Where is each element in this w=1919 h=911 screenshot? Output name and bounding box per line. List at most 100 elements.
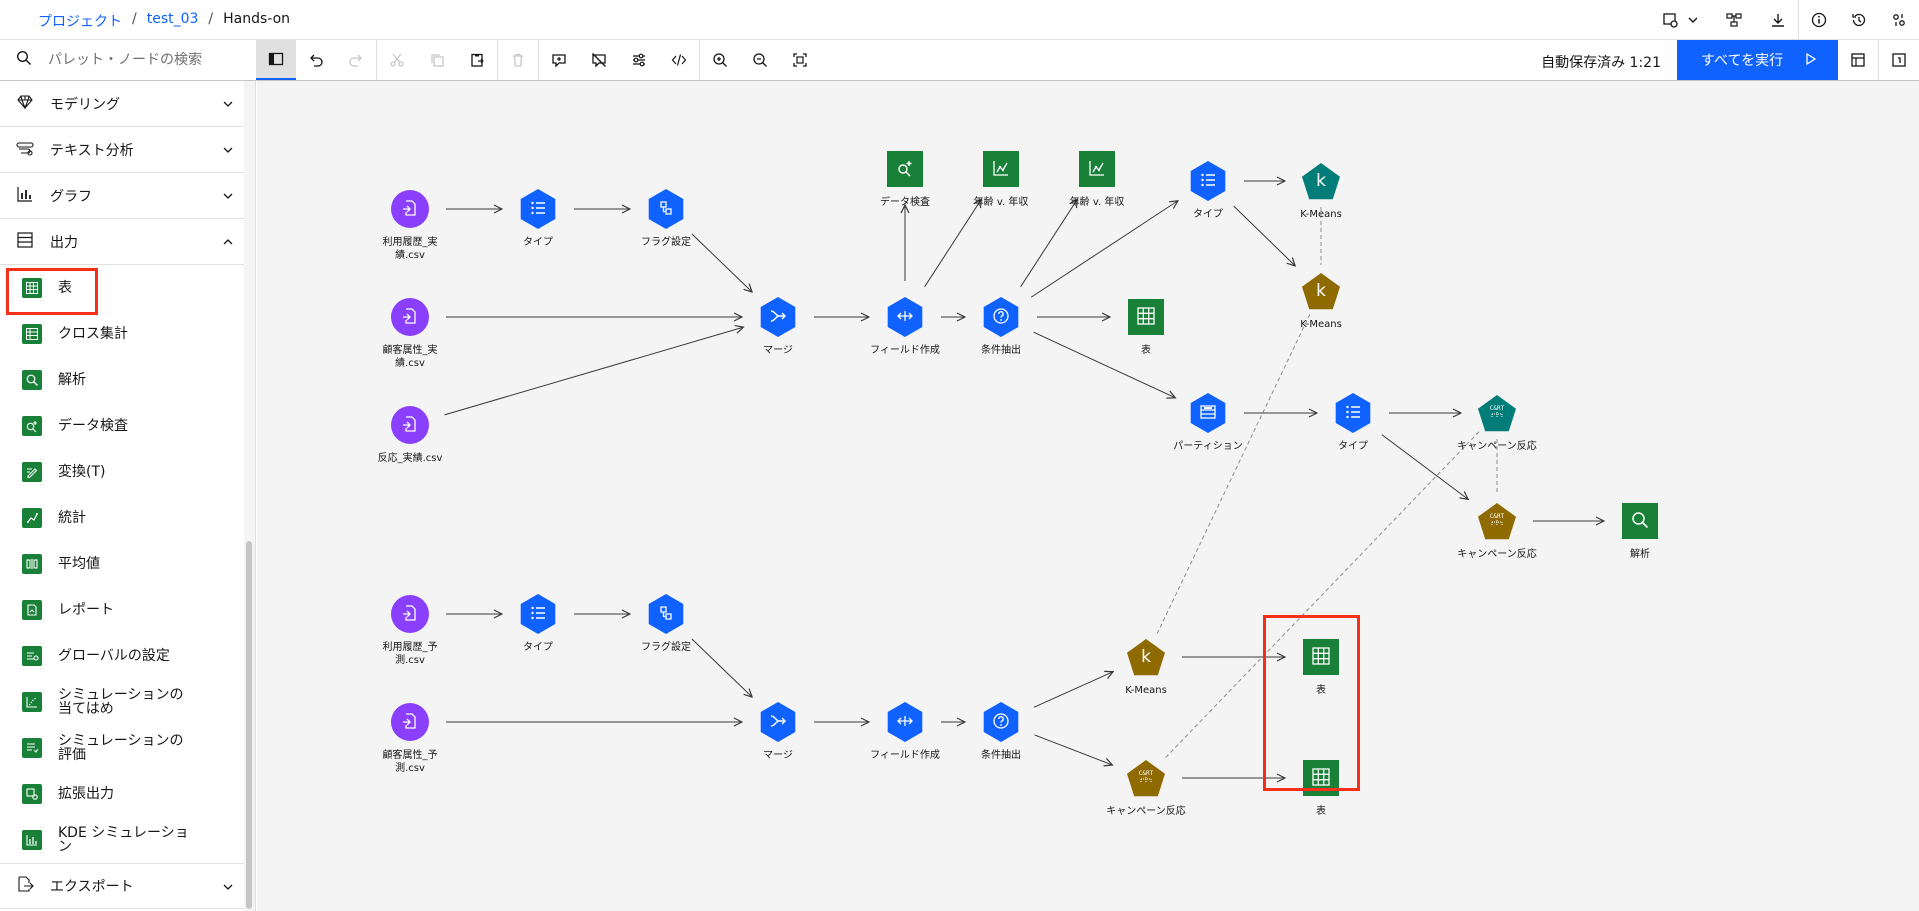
palette-item-simulation-fit[interactable]: シミュレーションの 当てはめ (0, 679, 255, 725)
flow-node[interactable]: k K-Means (1266, 271, 1376, 331)
kmeans-icon: k (1301, 161, 1341, 201)
palette-item-global-settings[interactable]: グローバルの設定 (0, 633, 255, 679)
flow-node[interactable]: フラグ設定 (611, 594, 721, 654)
flow-node[interactable]: マージ (723, 297, 833, 357)
flow-properties-button[interactable] (619, 40, 659, 80)
flow-node[interactable]: タイプ (483, 594, 593, 654)
category-output[interactable]: 出力 (0, 219, 255, 265)
flow-node[interactable]: フィールド作成 (850, 702, 960, 762)
node-link[interactable] (444, 327, 744, 416)
category-modeling[interactable]: モデリング (0, 81, 255, 127)
import-file-icon (390, 405, 430, 445)
toggle-palette-button[interactable] (256, 40, 296, 80)
node-label: K-Means (1300, 209, 1342, 220)
flow-node[interactable]: C&RT キャンペーン反応 (1091, 758, 1201, 818)
palette-item-statistics[interactable]: 統計 (0, 495, 255, 541)
download-icon[interactable] (1758, 0, 1798, 40)
flow-node[interactable]: 利用履歴_予 測.csv (355, 594, 465, 667)
node-label: K-Means (1125, 685, 1167, 696)
palette-item-label: 表 (58, 280, 72, 296)
flow-node[interactable]: フィールド作成 (850, 297, 960, 357)
palette-item-transform[interactable]: 変換(T) (0, 449, 255, 495)
info-icon[interactable] (1799, 0, 1839, 40)
flow-node[interactable]: タイプ (1153, 161, 1263, 221)
palette-search (0, 40, 256, 80)
flow-node[interactable]: C&RT キャンペーン反応 (1442, 393, 1552, 453)
category-label: 出力 (50, 234, 78, 251)
redo-button[interactable] (336, 40, 376, 80)
flow-node[interactable]: 解析 (1585, 501, 1695, 561)
hide-comments-button[interactable] (579, 40, 619, 80)
category-export[interactable]: エクスポート (0, 863, 255, 909)
flow-node[interactable]: タイプ (1298, 393, 1408, 453)
palette-item-means[interactable]: 平均値 (0, 541, 255, 587)
flow-node[interactable]: 条件抽出 (946, 297, 1056, 357)
select-icon (981, 297, 1021, 337)
palette-item-extension-output[interactable]: 拡張出力 (0, 771, 255, 817)
zoom-in-button[interactable] (700, 40, 740, 80)
outputs-panel-icon[interactable] (1879, 40, 1919, 80)
undo-button[interactable] (296, 40, 336, 80)
flow-node[interactable]: k K-Means (1266, 161, 1376, 221)
palette-item-crosstab[interactable]: クロス集計 (0, 311, 255, 357)
fit-to-screen-button[interactable] (780, 40, 820, 80)
node-label: フラグ設定 (641, 237, 691, 248)
flow-node[interactable]: 顧客属性_予 測.csv (355, 702, 465, 775)
derive-icon (885, 702, 925, 742)
node-link[interactable] (1020, 199, 1078, 288)
palette-item-kde-simulation[interactable]: KDE シミュレーショ ン (0, 817, 255, 863)
flow-canvas[interactable]: 利用履歴_実 績.csv タイプ フラグ設定 顧客属性_実 績.csv 反応_実績.cs… (257, 81, 1919, 911)
flow-node[interactable]: 年齢 v. 年収 (946, 149, 1056, 209)
import-file-icon (390, 702, 430, 742)
run-all-button[interactable]: すべてを実行 (1677, 40, 1838, 80)
breadcrumb-flow-link[interactable]: test_03 (147, 11, 199, 31)
flow-node[interactable]: 利用履歴_実 績.csv (355, 189, 465, 262)
search-input[interactable] (48, 52, 238, 68)
flow-node[interactable]: 条件抽出 (946, 702, 1056, 762)
node-label: 反応_実績.csv (377, 453, 443, 464)
chevron-down-icon (221, 97, 235, 115)
breadcrumb-project-link[interactable]: プロジェクト (38, 11, 122, 31)
history-icon[interactable] (1839, 0, 1879, 40)
palette-item-label: グローバルの設定 (58, 648, 170, 664)
flow-node[interactable]: 年齢 v. 年収 (1042, 149, 1152, 209)
toolbar-actions (256, 40, 820, 80)
report-icon (22, 600, 42, 620)
settings-adjust-icon[interactable] (1879, 0, 1919, 40)
node-label: パーティション (1173, 441, 1243, 452)
flow-node[interactable]: 反応_実績.csv (355, 405, 465, 465)
palette-item-data-audit[interactable]: データ検査 (0, 403, 255, 449)
category-graph[interactable]: グラフ (0, 173, 255, 219)
category-text-analysis[interactable]: テキスト分析 (0, 127, 255, 173)
flow-node[interactable]: パーティション (1153, 393, 1263, 453)
notebook-icon[interactable] (1838, 40, 1878, 80)
palette-item-analysis[interactable]: 解析 (0, 357, 255, 403)
flow-node[interactable]: データ検査 (850, 149, 960, 209)
code-view-button[interactable] (659, 40, 699, 80)
flow-node[interactable]: C&RT キャンペーン反応 (1442, 501, 1552, 561)
delete-button[interactable] (498, 40, 538, 80)
node-label: タイプ (523, 642, 553, 653)
flow-node[interactable]: 顧客属性_実 績.csv (355, 297, 465, 370)
flow-settings-icon[interactable] (1650, 0, 1710, 40)
breadcrumb-current: Hands-on (223, 11, 291, 27)
chevron-up-icon (221, 235, 235, 253)
node-link[interactable] (924, 199, 982, 288)
flow-node[interactable]: マージ (723, 702, 833, 762)
scrollbar-thumb[interactable] (246, 541, 252, 909)
flow-node[interactable]: タイプ (483, 189, 593, 249)
flow-node[interactable]: k K-Means (1091, 637, 1201, 697)
cut-button[interactable] (377, 40, 417, 80)
add-comment-button[interactable] (539, 40, 579, 80)
palette-item-simulation-eval[interactable]: シミュレーションの 評価 (0, 725, 255, 771)
palette-item-report[interactable]: レポート (0, 587, 255, 633)
flow-node[interactable]: 表 (1091, 297, 1201, 357)
tree-view-icon[interactable] (1710, 0, 1758, 40)
node-label: タイプ (1338, 441, 1368, 452)
flow-node[interactable]: フラグ設定 (611, 189, 721, 249)
paste-button[interactable] (457, 40, 497, 80)
palette-item-table[interactable]: 表 (0, 265, 255, 315)
node-label: キャンペーン反応 (1106, 806, 1186, 817)
zoom-out-button[interactable] (740, 40, 780, 80)
copy-button[interactable] (417, 40, 457, 80)
